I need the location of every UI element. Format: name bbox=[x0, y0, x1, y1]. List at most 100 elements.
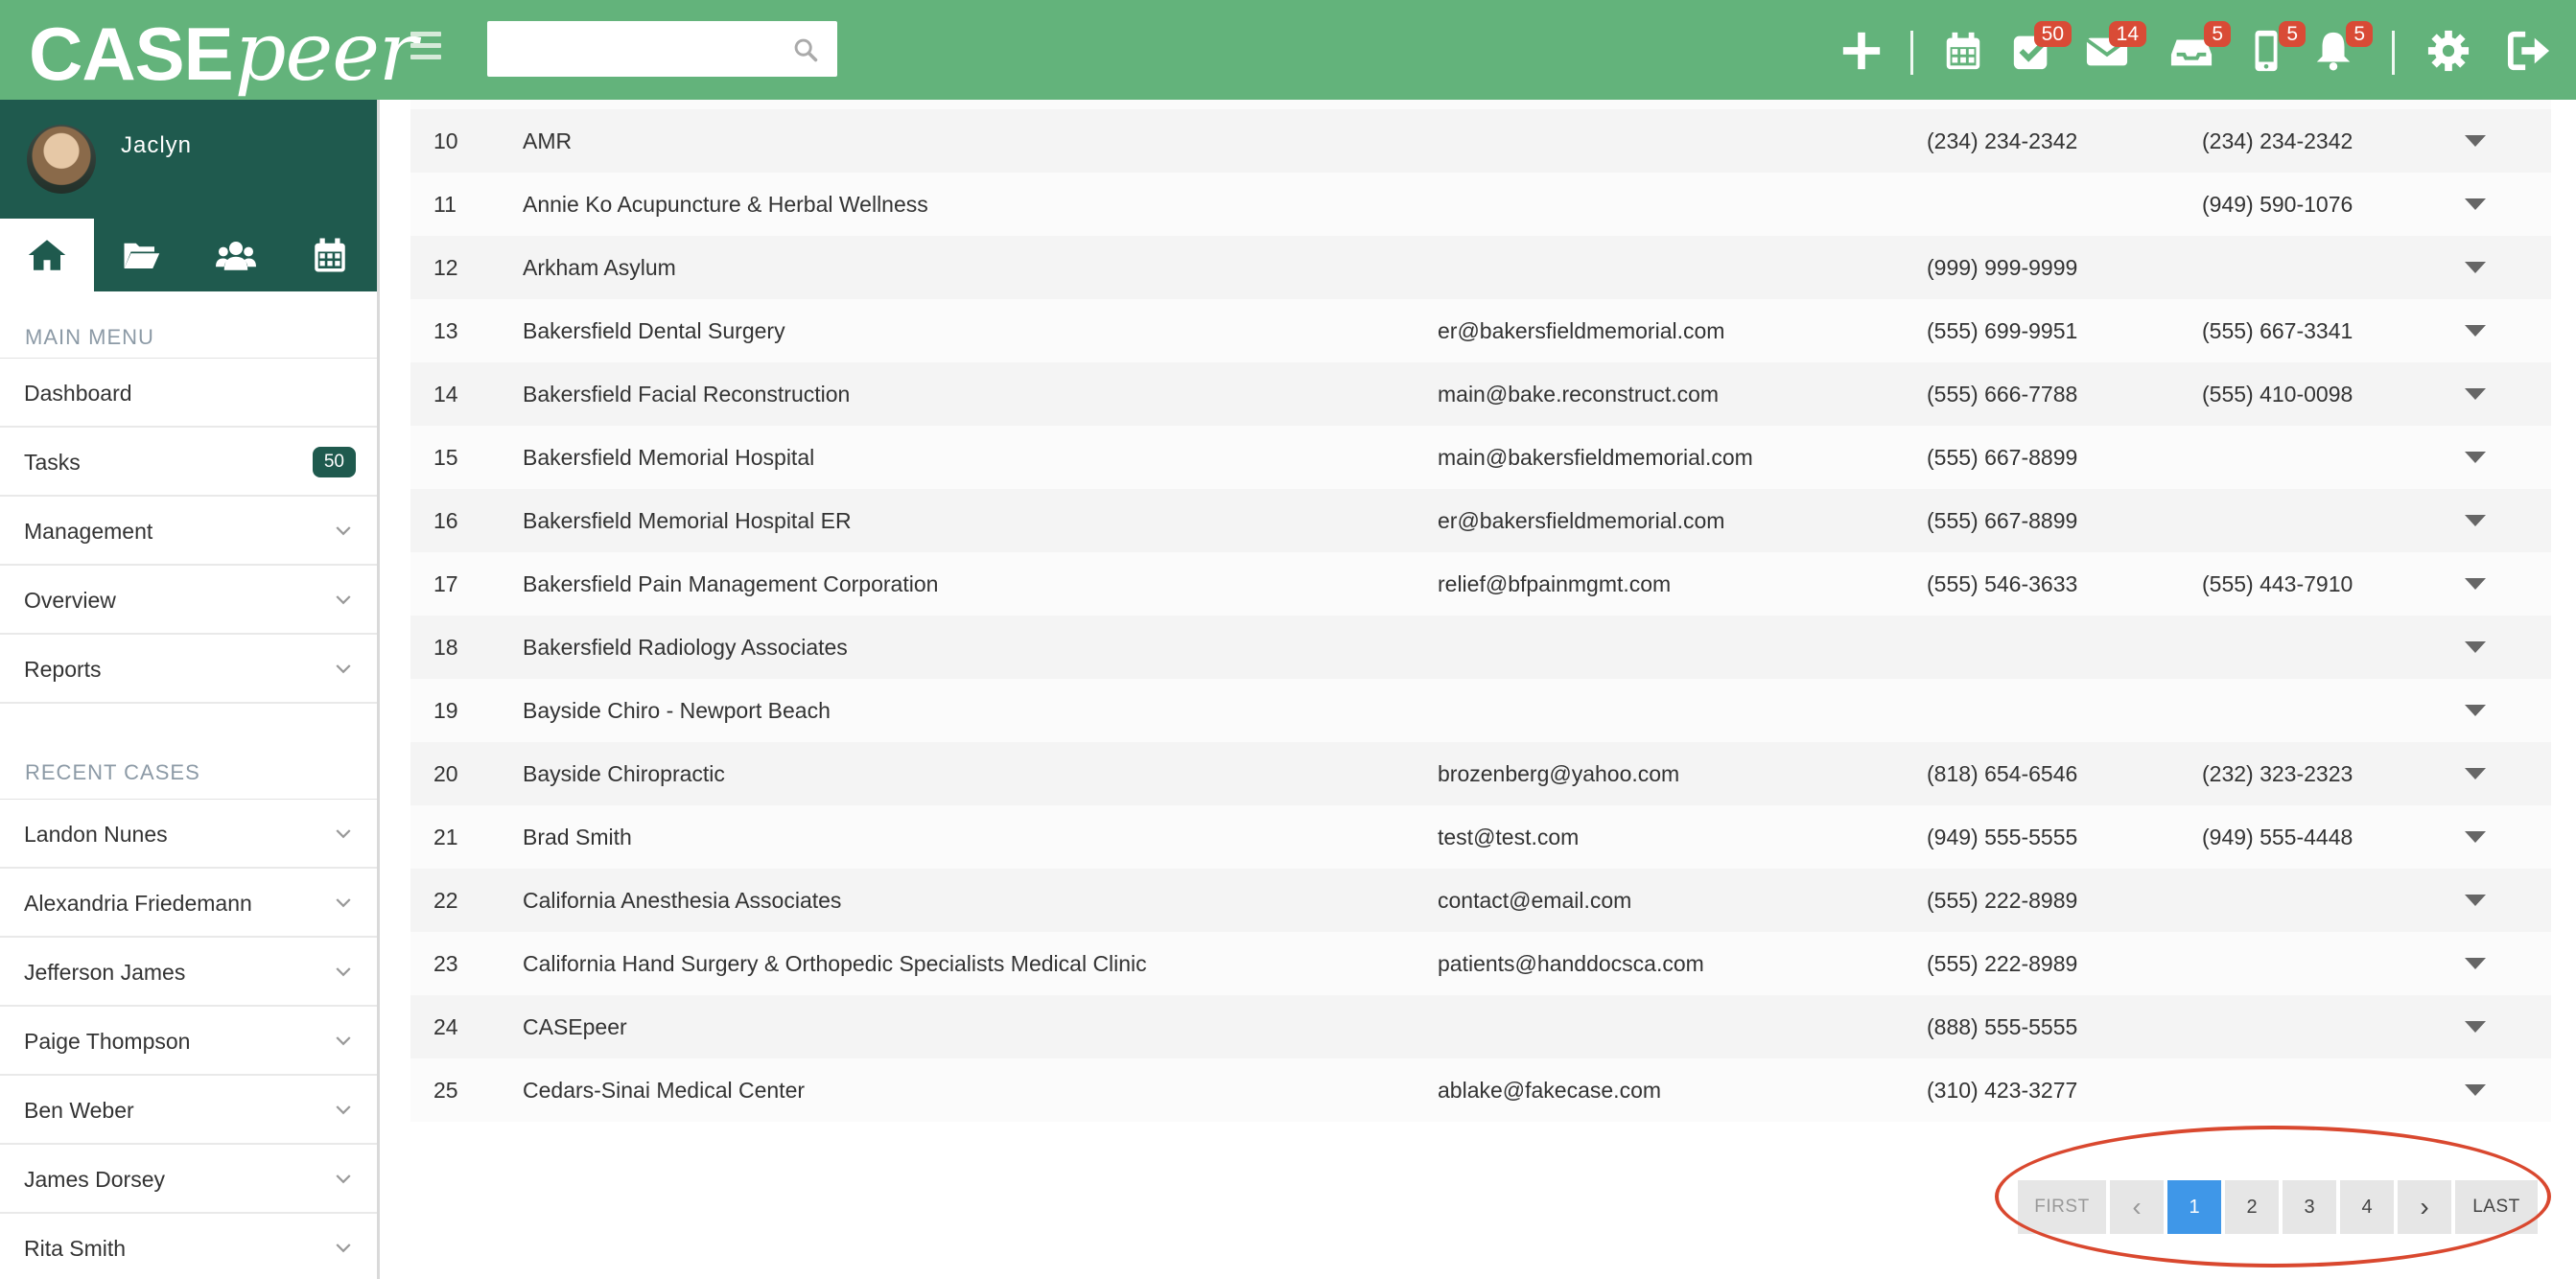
hamburger-menu-icon[interactable] bbox=[410, 32, 441, 60]
calendar-button[interactable] bbox=[1941, 29, 1985, 73]
caret-down-icon[interactable] bbox=[2465, 768, 2486, 779]
recent-case-item[interactable]: Alexandria Friedemann bbox=[0, 869, 377, 938]
tasks-button[interactable]: 50 bbox=[2010, 21, 2072, 73]
inbox-button[interactable]: 5 bbox=[2169, 21, 2231, 73]
caret-down-icon[interactable] bbox=[2465, 831, 2486, 843]
table-row[interactable]: 16 Bakersfield Memorial Hospital ER er@bak… bbox=[410, 489, 2551, 552]
table-row[interactable]: 12 Arkham Asylum (999) 999-9999 bbox=[410, 236, 2551, 299]
sidebar-item-management[interactable]: Management bbox=[0, 497, 377, 566]
contact-name[interactable]: California Anesthesia Associates bbox=[523, 869, 841, 932]
recent-case-item[interactable]: James Dorsey bbox=[0, 1145, 377, 1214]
contact-name[interactable]: Bakersfield Dental Surgery bbox=[523, 299, 785, 362]
contact-name[interactable]: CASEpeer bbox=[523, 995, 627, 1058]
contact-name[interactable]: Brad Smith bbox=[523, 805, 632, 869]
recent-case-item[interactable]: Paige Thompson bbox=[0, 1007, 377, 1076]
table-row[interactable]: 14 Bakersfield Facial Reconstruction main@… bbox=[410, 362, 2551, 426]
table-row[interactable]: 15 Bakersfield Memorial Hospital main@bake… bbox=[410, 426, 2551, 489]
contact-name[interactable]: Arkham Asylum bbox=[523, 236, 676, 299]
pagination-first[interactable]: FIRST bbox=[2018, 1180, 2106, 1234]
recent-case-item[interactable]: Ben Weber bbox=[0, 1076, 377, 1145]
tab-home[interactable] bbox=[0, 219, 95, 291]
caret-down-icon[interactable] bbox=[2465, 958, 2486, 969]
contact-name[interactable]: Annie Ko Acupuncture & Herbal Wellness bbox=[523, 173, 928, 236]
caret-down-icon[interactable] bbox=[2465, 515, 2486, 526]
contact-name[interactable]: Bakersfield Memorial Hospital ER bbox=[523, 489, 852, 552]
pagination-page-2[interactable]: 2 bbox=[2225, 1180, 2279, 1234]
caret-down-icon[interactable] bbox=[2465, 135, 2486, 147]
contact-email[interactable]: relief@bfpainmgmt.com bbox=[1438, 552, 1671, 616]
contact-name[interactable]: California Hand Surgery & Orthopedic Spe… bbox=[523, 932, 1147, 995]
phone-button[interactable]: 5 bbox=[2244, 21, 2306, 73]
caret-down-icon[interactable] bbox=[2465, 198, 2486, 210]
sidebar-item-overview[interactable]: Overview bbox=[0, 566, 377, 635]
mail-button[interactable]: 14 bbox=[2085, 21, 2146, 73]
sidebar-item-dashboard[interactable]: Dashboard bbox=[0, 359, 377, 428]
contact-name[interactable]: Bakersfield Memorial Hospital bbox=[523, 426, 814, 489]
caret-down-icon[interactable] bbox=[2465, 1021, 2486, 1033]
contact-name[interactable]: Bayside Chiropractic bbox=[523, 742, 725, 805]
notifications-button[interactable]: 5 bbox=[2311, 21, 2373, 73]
tab-calendar[interactable] bbox=[283, 219, 377, 291]
contact-email[interactable]: test@test.com bbox=[1438, 805, 1579, 869]
casepeer-logo[interactable]: CASEpeer bbox=[29, 8, 417, 104]
caret-down-icon[interactable] bbox=[2465, 705, 2486, 716]
tab-cases[interactable] bbox=[94, 219, 188, 291]
table-row[interactable]: 23 California Hand Surgery & Orthopedic S… bbox=[410, 932, 2551, 995]
table-row[interactable]: 11 Annie Ko Acupuncture & Herbal Wellness… bbox=[410, 173, 2551, 236]
logout-button[interactable] bbox=[2507, 29, 2551, 73]
caret-down-icon[interactable] bbox=[2465, 578, 2486, 590]
tab-contacts[interactable] bbox=[189, 219, 283, 291]
contact-email[interactable]: brozenberg@yahoo.com bbox=[1438, 742, 1679, 805]
contact-name[interactable]: Cedars-Sinai Medical Center bbox=[523, 1058, 805, 1122]
sidebar-item-tasks[interactable]: Tasks 50 bbox=[0, 428, 377, 497]
caret-down-icon[interactable] bbox=[2465, 641, 2486, 653]
contact-email[interactable]: patients@handdocsca.com bbox=[1438, 932, 1704, 995]
row-number: 14 bbox=[433, 382, 458, 407]
pagination-prev[interactable]: ‹ bbox=[2110, 1180, 2164, 1234]
recent-case-item[interactable]: Landon Nunes bbox=[0, 800, 377, 869]
table-row[interactable]: 17 Bakersfield Pain Management Corporatio… bbox=[410, 552, 2551, 616]
caret-down-icon[interactable] bbox=[2465, 262, 2486, 273]
table-row[interactable]: 20 Bayside Chiropractic brozenberg@yahoo.c… bbox=[410, 742, 2551, 805]
pagination-last[interactable]: LAST bbox=[2455, 1180, 2538, 1234]
contact-phone-1: (555) 699-9951 bbox=[1927, 318, 2078, 343]
table-row[interactable]: 25 Cedars-Sinai Medical Center ablake@fake… bbox=[410, 1058, 2551, 1122]
caret-down-icon[interactable] bbox=[2465, 452, 2486, 463]
user-name[interactable]: Jaclyn bbox=[121, 132, 192, 159]
contact-email[interactable]: er@bakersfieldmemorial.com bbox=[1438, 299, 1724, 362]
table-row[interactable]: 22 California Anesthesia Associates contac… bbox=[410, 869, 2551, 932]
pagination-page-4[interactable]: 4 bbox=[2340, 1180, 2394, 1234]
search-input[interactable] bbox=[487, 21, 837, 77]
caret-down-icon[interactable] bbox=[2465, 325, 2486, 337]
pagination-page-3[interactable]: 3 bbox=[2283, 1180, 2336, 1234]
table-row[interactable]: 10 AMR (234) 234-2342 (234) 234-2342 bbox=[410, 109, 2551, 173]
pagination-next[interactable]: › bbox=[2398, 1180, 2451, 1234]
contact-email[interactable]: ablake@fakecase.com bbox=[1438, 1058, 1661, 1122]
table-row[interactable]: 18 Bakersfield Radiology Associates bbox=[410, 616, 2551, 679]
recent-case-item[interactable]: Jefferson James bbox=[0, 938, 377, 1007]
contact-name[interactable]: AMR bbox=[523, 109, 572, 173]
contact-email[interactable]: main@bakersfieldmemorial.com bbox=[1438, 426, 1753, 489]
calendar-icon bbox=[1946, 32, 1980, 70]
recent-case-item[interactable]: Rita Smith bbox=[0, 1214, 377, 1279]
table-row[interactable]: 21 Brad Smith test@test.com (949) 555-5555 (… bbox=[410, 805, 2551, 869]
pagination-page-1[interactable]: 1 bbox=[2167, 1180, 2221, 1234]
contact-name[interactable]: Bakersfield Facial Reconstruction bbox=[523, 362, 850, 426]
contact-email[interactable]: main@bake.reconstruct.com bbox=[1438, 362, 1719, 426]
caret-down-icon[interactable] bbox=[2465, 388, 2486, 400]
avatar[interactable] bbox=[27, 125, 96, 194]
add-new-button[interactable] bbox=[1839, 29, 1884, 73]
table-row[interactable]: 13 Bakersfield Dental Surgery er@bakersfie… bbox=[410, 299, 2551, 362]
table-row[interactable]: 24 CASEpeer (888) 555-5555 bbox=[410, 995, 2551, 1058]
table-row[interactable]: 19 Bayside Chiro - Newport Beach bbox=[410, 679, 2551, 742]
contact-name[interactable]: Bakersfield Pain Management Corporation bbox=[523, 552, 938, 616]
search-icon[interactable] bbox=[792, 36, 819, 63]
sidebar-item-reports[interactable]: Reports bbox=[0, 635, 377, 704]
settings-button[interactable] bbox=[2426, 29, 2471, 73]
contact-email[interactable]: er@bakersfieldmemorial.com bbox=[1438, 489, 1724, 552]
contact-email[interactable]: contact@email.com bbox=[1438, 869, 1631, 932]
contact-name[interactable]: Bakersfield Radiology Associates bbox=[523, 616, 848, 679]
caret-down-icon[interactable] bbox=[2465, 895, 2486, 906]
caret-down-icon[interactable] bbox=[2465, 1084, 2486, 1096]
contact-name[interactable]: Bayside Chiro - Newport Beach bbox=[523, 679, 831, 742]
